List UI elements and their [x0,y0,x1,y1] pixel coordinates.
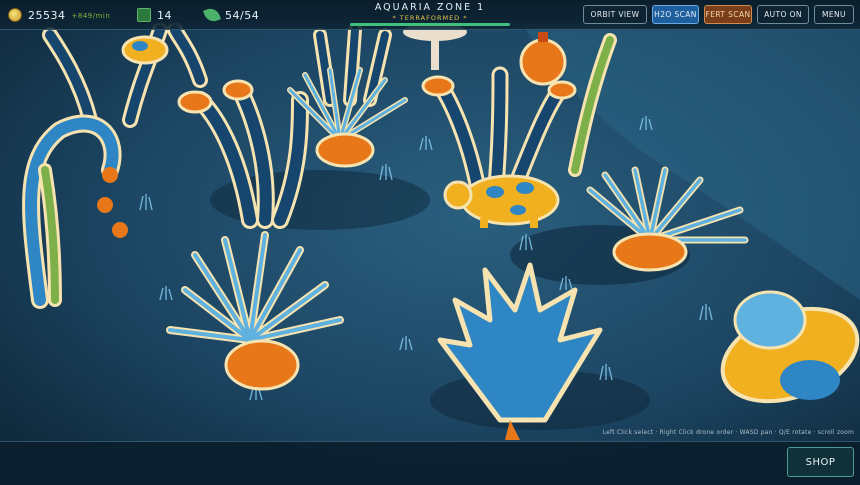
coin-icon [8,8,22,22]
plants-readout: 54/54 [203,5,260,25]
terraform-progress-fill [350,23,510,26]
zone-indicator: AQUARIA ZONE 1 * TERRAFORMED * [340,2,520,26]
fert-scan-button[interactable]: FERT SCAN [704,5,752,24]
terraform-progress-bar [350,23,510,26]
h2o-scan-button[interactable]: H2O SCAN [652,5,699,24]
orbit-view-button[interactable]: ORBIT VIEW [583,5,647,24]
bottom-bar [0,441,860,485]
plants-value: 54/54 [225,8,260,22]
controls-hint: Left Click select · Right Click drone or… [602,429,854,436]
population-readout: 14 [137,5,172,25]
auto-toggle-button[interactable]: AUTO ON [757,5,809,24]
menu-button[interactable]: MENU [814,5,854,24]
game-viewport[interactable] [0,0,860,484]
credits-readout: 25534 +849/min [8,5,110,25]
top-hud: 25534 +849/min 14 54/54 AQUARIA ZONE 1 *… [0,0,860,30]
population-value: 14 [157,8,172,22]
population-icon [137,8,151,22]
shop-button[interactable]: SHOP [787,447,854,477]
zone-name: AQUARIA ZONE 1 [374,2,486,13]
credits-rate: +849/min [71,12,111,20]
zone-status: * TERRAFORMED * [392,14,468,22]
small-creature[interactable] [121,35,169,65]
credits-value: 25534 [28,8,66,22]
leaf-icon [203,6,221,24]
